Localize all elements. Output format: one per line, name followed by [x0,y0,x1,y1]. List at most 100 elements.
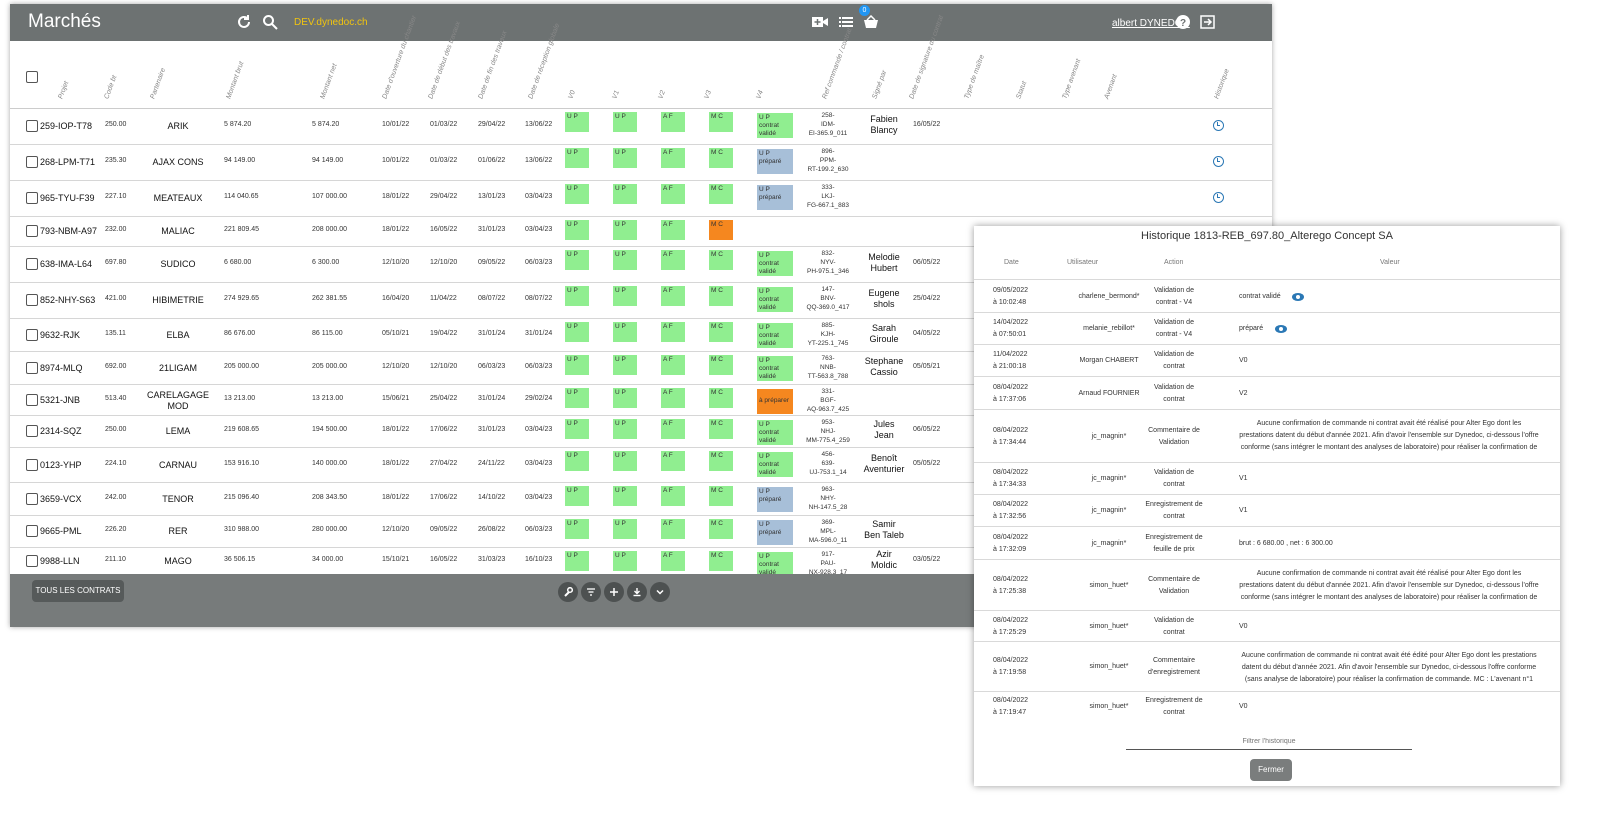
row-checkbox[interactable] [26,258,38,270]
chevron-down-icon[interactable] [650,582,670,602]
column-header[interactable]: Projet [57,80,70,100]
version-tag-v2[interactable]: A F [661,388,685,408]
version-tag-v4[interactable]: U Pcontrat validé [757,420,793,445]
version-tag-v2[interactable]: A F [661,519,685,539]
version-tag-v4[interactable]: U Pcontrat validé [757,251,793,276]
version-tag-v2[interactable]: A F [661,322,685,342]
version-tag-v3[interactable]: M C [709,220,733,240]
version-tag-v4[interactable]: U Ppréparé [757,185,793,210]
version-tag-v0[interactable]: U P [565,286,589,306]
row-checkbox[interactable] [26,329,38,341]
video-add-icon[interactable] [810,12,830,32]
version-tag-v4[interactable]: U Ppréparé [757,520,793,545]
version-tag-v0[interactable]: U P [565,486,589,506]
column-header[interactable]: V3 [703,90,713,100]
wrench-icon[interactable] [558,582,578,602]
version-tag-v0[interactable]: U P [565,451,589,471]
row-checkbox[interactable] [26,156,38,168]
table-row[interactable]: 268-LPM-T71 235.30 AJAX CONS 94 149.00 94 14… [10,144,1272,181]
column-header[interactable]: V1 [611,90,621,100]
version-tag-v0[interactable]: U P [565,419,589,439]
column-header[interactable]: V0 [567,90,577,100]
column-header[interactable]: Historique [1213,68,1230,100]
version-tag-v1[interactable]: U P [613,451,637,471]
version-tag-v1[interactable]: U P [613,551,637,571]
basket-icon[interactable] [861,12,881,32]
logout-icon[interactable] [1198,12,1218,32]
version-tag-v0[interactable]: U P [565,519,589,539]
help-icon[interactable]: ? [1173,12,1193,32]
table-row[interactable]: 259-IOP-T78 250.00 ARIK 5 874.20 5 874.20 10/… [10,108,1272,145]
version-tag-v2[interactable]: A F [661,486,685,506]
refresh-icon[interactable] [234,12,254,32]
version-tag-v2[interactable]: A F [661,148,685,168]
column-header[interactable]: Montant brut [225,61,245,100]
all-contracts-button[interactable]: TOUS LES CONTRATS [32,580,124,602]
version-tag-v1[interactable]: U P [613,519,637,539]
version-tag-v4[interactable]: U Pcontrat validé [757,356,793,381]
version-tag-v3[interactable]: M C [709,112,733,132]
row-checkbox[interactable] [26,362,38,374]
version-tag-v2[interactable]: A F [661,184,685,204]
version-tag-v2[interactable]: A F [661,451,685,471]
row-checkbox[interactable] [26,555,38,567]
version-tag-v3[interactable]: M C [709,519,733,539]
eye-icon[interactable] [1292,293,1304,301]
column-header[interactable]: Code bt [103,75,118,100]
column-header[interactable]: V4 [755,90,765,100]
version-tag-v0[interactable]: U P [565,250,589,270]
version-tag-v1[interactable]: U P [613,148,637,168]
column-header[interactable]: Signé par [871,69,888,100]
version-tag-v4[interactable]: à préparer [757,389,793,414]
version-tag-v3[interactable]: M C [709,184,733,204]
version-tag-v4[interactable]: U Pcontrat validé [757,113,793,138]
version-tag-v1[interactable]: U P [613,486,637,506]
download-icon[interactable] [627,582,647,602]
column-header[interactable]: V2 [657,90,667,100]
row-checkbox[interactable] [26,459,38,471]
version-tag-v4[interactable]: U Pcontrat validé [757,287,793,312]
row-checkbox[interactable] [26,192,38,204]
column-header[interactable]: Type de maître [963,54,986,100]
history-icon[interactable] [1213,120,1224,131]
version-tag-v4[interactable]: U Pcontrat validé [757,323,793,348]
version-tag-v0[interactable]: U P [565,148,589,168]
version-tag-v1[interactable]: U P [613,184,637,204]
select-all-checkbox[interactable] [26,71,38,83]
version-tag-v2[interactable]: A F [661,551,685,571]
version-tag-v2[interactable]: A F [661,250,685,270]
version-tag-v3[interactable]: M C [709,451,733,471]
filter-icon[interactable] [581,582,601,602]
version-tag-v3[interactable]: M C [709,148,733,168]
version-tag-v3[interactable]: M C [709,322,733,342]
row-checkbox[interactable] [26,225,38,237]
eye-icon[interactable] [1275,325,1287,333]
close-button[interactable]: Fermer [1250,759,1292,781]
history-icon[interactable] [1213,192,1224,203]
version-tag-v0[interactable]: U P [565,551,589,571]
version-tag-v3[interactable]: M C [709,551,733,571]
version-tag-v2[interactable]: A F [661,220,685,240]
history-filter-input[interactable] [1126,733,1412,750]
version-tag-v0[interactable]: U P [565,322,589,342]
version-tag-v0[interactable]: U P [565,388,589,408]
version-tag-v0[interactable]: U P [565,112,589,132]
version-tag-v1[interactable]: U P [613,286,637,306]
column-header[interactable]: Montant net [319,63,338,100]
row-checkbox[interactable] [26,525,38,537]
version-tag-v1[interactable]: U P [613,419,637,439]
version-tag-v1[interactable]: U P [613,250,637,270]
version-tag-v4[interactable]: U Pcontrat validé [757,452,793,477]
row-checkbox[interactable] [26,294,38,306]
version-tag-v1[interactable]: U P [613,355,637,375]
version-tag-v2[interactable]: A F [661,419,685,439]
version-tag-v3[interactable]: M C [709,250,733,270]
version-tag-v0[interactable]: U P [565,220,589,240]
version-tag-v4[interactable]: U Ppréparé [757,487,793,512]
version-tag-v4[interactable]: U Ppréparé [757,149,793,174]
column-header[interactable]: Statut [1015,80,1028,100]
version-tag-v2[interactable]: A F [661,112,685,132]
version-tag-v2[interactable]: A F [661,286,685,306]
version-tag-v1[interactable]: U P [613,388,637,408]
row-checkbox[interactable] [26,120,38,132]
